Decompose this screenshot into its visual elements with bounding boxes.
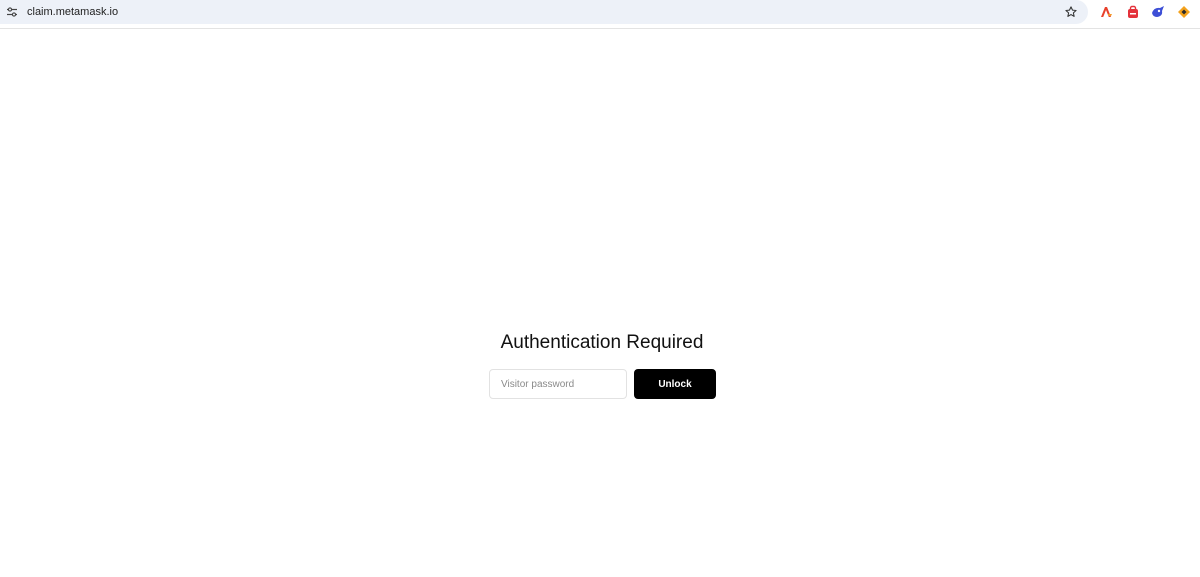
browser-toolbar: claim.metamask.io — [0, 0, 1200, 29]
url-text[interactable]: claim.metamask.io — [27, 5, 118, 19]
adobe-acrobat-icon[interactable] — [1099, 5, 1113, 19]
page-title: Authentication Required — [500, 332, 704, 353]
visitor-password-input[interactable] — [489, 369, 627, 399]
blue-extension-icon[interactable] — [1151, 5, 1165, 19]
page-content: Authentication Required Unlock — [0, 29, 1200, 577]
address-bar[interactable]: claim.metamask.io — [0, 0, 1088, 24]
unlock-button[interactable]: Unlock — [634, 369, 716, 399]
site-info-icon[interactable] — [6, 6, 18, 18]
bookmark-star-icon[interactable] — [1064, 5, 1078, 19]
orange-extension-icon[interactable] — [1177, 5, 1191, 19]
red-extension-icon[interactable] — [1126, 5, 1140, 19]
